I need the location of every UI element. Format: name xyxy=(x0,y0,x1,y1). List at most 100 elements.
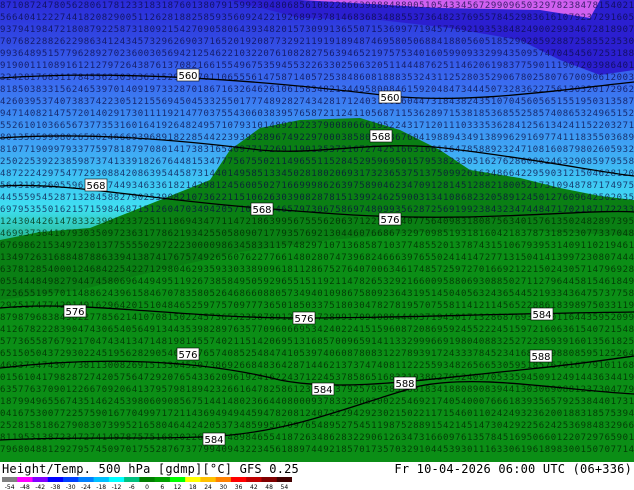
svg-text:588: 588 xyxy=(531,352,550,363)
digit-row: 6769862153497230137755550297222300009863… xyxy=(0,241,634,251)
svg-text:560: 560 xyxy=(178,71,197,82)
color-scale-tick: -18 xyxy=(96,484,106,490)
digit-row: 6979535501621571598468715126047034942057… xyxy=(0,205,634,215)
svg-text:584: 584 xyxy=(204,435,223,446)
digit-row: 9190011108916121279726438761370821661554… xyxy=(0,61,634,71)
svg-text:576: 576 xyxy=(65,307,84,318)
contour-label: 576 xyxy=(292,311,316,325)
contour-label: 588 xyxy=(529,349,553,363)
digit-row: 9936489515779628927023600305694212546221… xyxy=(0,49,634,59)
color-scale-swatch xyxy=(93,477,110,482)
digit-row: 7968048812927957450970175528767377994094… xyxy=(0,445,634,455)
color-scale-swatch xyxy=(154,477,171,482)
color-scale-tick: 36 xyxy=(235,484,243,490)
color-scale-swatch xyxy=(169,477,186,482)
color-scale-swatch xyxy=(124,477,140,482)
color-scale-tick: -54 xyxy=(5,484,15,490)
color-scale-tick: 18 xyxy=(189,484,197,490)
contour-label: 576 xyxy=(378,212,402,226)
digit-row: 2528158186279083073995216580464424205373… xyxy=(0,421,634,431)
color-scale-swatch xyxy=(63,477,79,482)
contour-label: 584 xyxy=(530,307,554,321)
contour-label: 568 xyxy=(250,202,274,216)
color-scale-swatch xyxy=(200,477,217,482)
map-canvas: 8710872478056280617812331831876013807915… xyxy=(0,0,634,462)
contour-label: 568 xyxy=(369,129,393,143)
color-scale-tick: 24 xyxy=(204,484,212,490)
digit-row: 1349726316884878863394138741767574926560… xyxy=(0,253,634,263)
digit-row: 7256551957011488624396158467078358052646… xyxy=(0,289,634,299)
digit-row: 9471408214757201402917301111921477037554… xyxy=(0,109,634,119)
svg-text:568: 568 xyxy=(371,132,390,143)
color-scale-tick: 54 xyxy=(281,484,289,490)
color-scale-tick: 0 xyxy=(145,484,149,490)
contour-label: 576 xyxy=(176,347,200,361)
color-scale-tick: -6 xyxy=(129,484,135,490)
digit-row: 0554448498279447458069644949511926738584… xyxy=(0,277,634,287)
svg-text:584: 584 xyxy=(313,385,332,396)
digit-row: 4126782228390474306540564913443539828976… xyxy=(0,325,634,335)
digit-row: 4455595452871328458827902539082107362211… xyxy=(0,193,634,203)
color-scale-tick: -48 xyxy=(20,484,30,490)
svg-text:576: 576 xyxy=(294,314,313,325)
color-scale-swatch xyxy=(185,477,201,482)
map-footer: Height/Temp. 500 hPa [gdmp][°C] GFS 0.25… xyxy=(0,462,634,490)
color-scale-tick: -42 xyxy=(35,484,45,490)
svg-text:576: 576 xyxy=(380,215,399,226)
svg-text:584: 584 xyxy=(532,310,551,321)
digit-row: 8710872478056280617812331831876013807915… xyxy=(0,1,634,11)
color-scale-swatch xyxy=(47,477,64,482)
digit-row: 2502253922385987374133918267644815347775… xyxy=(0,157,634,167)
color-scale-swatch xyxy=(276,477,292,482)
color-scale-swatch xyxy=(230,477,247,482)
color-scale-swatch xyxy=(246,477,262,482)
svg-text:568: 568 xyxy=(252,205,271,216)
digit-row: 8185038331562465397014091973328701867163… xyxy=(0,85,634,95)
svg-text:576: 576 xyxy=(178,350,197,361)
color-scale-tick: 48 xyxy=(265,484,273,490)
contour-label: 584 xyxy=(311,382,335,396)
svg-text:560: 560 xyxy=(380,93,399,104)
map-title: Height/Temp. 500 hPa [gdmp][°C] GFS 0.25 xyxy=(2,462,299,476)
svg-text:568: 568 xyxy=(86,181,105,192)
digit-row: 7076822882622986341243457329626903716520… xyxy=(0,37,634,47)
color-scale-tick: 12 xyxy=(174,484,182,490)
contour-label: 584 xyxy=(202,432,226,446)
digit-row: 9379419847218087922587318092154270905806… xyxy=(0,25,634,35)
color-scale-tick: -12 xyxy=(112,484,122,490)
color-scale-swatch xyxy=(261,477,278,482)
color-scale-swatch xyxy=(32,477,49,482)
digit-row: 4260395374073837422305121556945045332550… xyxy=(0,97,634,107)
color-scale: -54 -48 -42 -38 -30 -24 -18 -12 -6 0 6 12 18 24 30 36 42… xyxy=(2,477,292,490)
digit-row: 4699373841679303509723631778621934255058… xyxy=(0,229,634,239)
color-scale-swatch xyxy=(108,477,125,482)
color-scale-swatch xyxy=(215,477,232,482)
valid-time: Fr 10-04-2026 06:00 UTC (06+336) xyxy=(394,462,632,476)
contour-label: 576 xyxy=(63,304,87,318)
contour-label: 560 xyxy=(176,68,200,82)
svg-text:588: 588 xyxy=(395,379,414,390)
color-scale-tick: 42 xyxy=(250,484,258,490)
weather-map: 8710872478056280617812331831876013807915… xyxy=(0,0,634,462)
color-scale-swatch xyxy=(17,477,34,482)
digit-row: 8013585999802658024666939689182285442239… xyxy=(0,133,634,143)
contour-label: 588 xyxy=(393,376,417,390)
color-scale-swatch xyxy=(2,477,18,482)
color-scale-swatch xyxy=(78,477,95,482)
digit-row: 4872224297547729308842086395445873144014… xyxy=(0,169,634,179)
color-scale-tick: -24 xyxy=(81,484,91,490)
contour-label: 560 xyxy=(378,90,402,104)
digit-row: 5773655876792170474341347148198145574021… xyxy=(0,337,634,347)
color-scale-tick: -38 xyxy=(51,484,61,490)
digit-row: 3242817683117845562503636315297947011065… xyxy=(0,73,634,83)
color-scale-swatch xyxy=(139,477,156,482)
digit-row: 1243044261478332399123372511186943477114… xyxy=(0,217,634,227)
color-scale-tick: -30 xyxy=(66,484,76,490)
contour-label: 568 xyxy=(84,178,108,192)
digit-row: 6378128540001246842254227129804629359330… xyxy=(0,265,634,275)
color-scale-tick: 6 xyxy=(160,484,164,490)
digit-row: 1879949655674351462453980609085675144148… xyxy=(0,397,634,407)
color-scale-tick: 30 xyxy=(219,484,227,490)
digit-row: 5664041222744182082900511262818825859356… xyxy=(0,13,634,23)
digit-row: 5526101036656737735316016419264824957107… xyxy=(0,121,634,131)
